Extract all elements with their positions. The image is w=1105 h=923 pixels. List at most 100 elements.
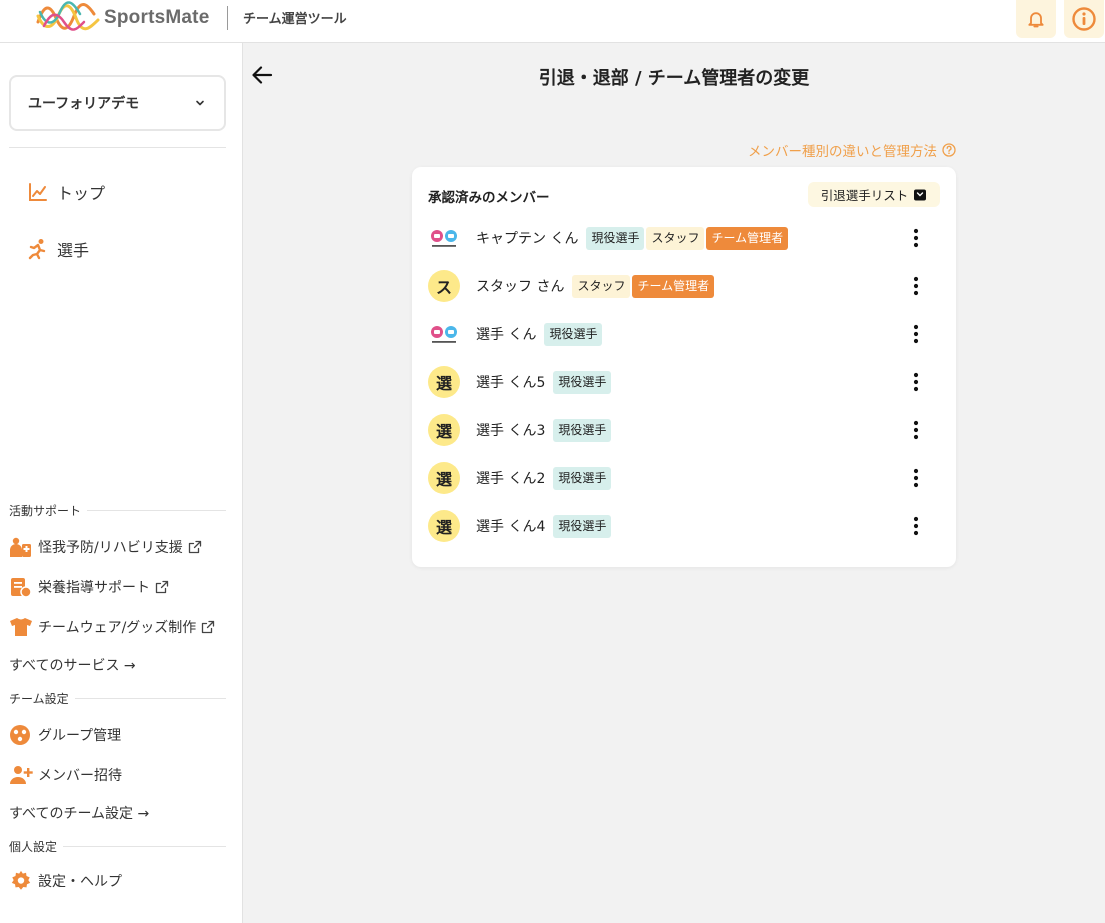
gear-icon [11, 870, 31, 890]
external-link-icon [188, 540, 201, 554]
member-menu-button[interactable] [904, 274, 928, 298]
team-logo-icon [431, 326, 457, 343]
member-row: 選選手 くん2 現役選手 [428, 460, 940, 496]
page-title: 引退・退部 / チーム管理者の変更 [538, 68, 810, 89]
service-teamwear[interactable]: チームウェア/グッズ制作 [9, 616, 215, 638]
settings-help-link[interactable]: 設定・ヘルプ [9, 870, 122, 892]
header-divider [227, 6, 228, 30]
retired-players-list-button[interactable]: 引退選手リスト [808, 182, 940, 207]
service-injury-support[interactable]: 怪我予防/リハビリ支援 [9, 536, 202, 558]
member-menu-button[interactable] [904, 370, 928, 394]
personal-setting-label: 設定・ヘルプ [38, 874, 122, 890]
member-row: 選選手 くん4 現役選手 [428, 508, 940, 544]
member-name: スタッフ さん [476, 279, 565, 295]
member-row: 選選手 くん5 現役選手 [428, 364, 940, 400]
team-logo-icon [431, 230, 457, 247]
external-link-icon [202, 620, 215, 634]
group-icon [10, 725, 30, 745]
avatar: 選 [428, 510, 460, 542]
member-row: 選手 くん 現役選手 [428, 316, 940, 352]
more-vertical-icon [913, 276, 919, 296]
sidebar-item-top[interactable]: トップ [27, 180, 105, 204]
sportsmate-logo[interactable]: SportsMate [36, 0, 209, 36]
app-header: SportsMate チーム運営ツール [0, 0, 1105, 43]
injury-support-icon [10, 537, 31, 557]
service-nutrition[interactable]: 栄養指導サポート [9, 576, 169, 598]
section-title-team-settings: チーム設定 [9, 690, 226, 707]
member-name: キャプテン くん [476, 231, 579, 247]
sidebar-item-label: 選手 [57, 241, 90, 260]
chart-line-icon [29, 183, 47, 201]
avatar: ス [428, 270, 460, 302]
nutrition-icon [11, 578, 32, 598]
avatar: 選 [428, 414, 460, 446]
approved-members-card: 承認済みのメンバー 引退選手リスト キャプテン くん 現役選手 スタッフ チーム管理者… [412, 167, 956, 567]
member-name: 選手 くん [476, 327, 537, 343]
player-badge: 現役選手 [553, 466, 612, 490]
member-menu-button[interactable] [904, 418, 928, 442]
more-vertical-icon [913, 420, 919, 440]
player-badge: 現役選手 [553, 370, 612, 394]
admin-badge: チーム管理者 [706, 226, 789, 250]
staff-badge: スタッフ [572, 274, 631, 298]
player-badge: 現役選手 [544, 322, 603, 346]
info-icon [1072, 7, 1096, 31]
member-menu-button[interactable] [904, 514, 928, 538]
section-title-text: 個人設定 [9, 840, 58, 854]
member-name: 選手 くん5 [476, 375, 546, 391]
avatar [428, 318, 460, 350]
member-name: 選手 くん3 [476, 423, 546, 439]
chevron-down-icon [196, 100, 204, 106]
member-invite-link[interactable]: メンバー招待 [9, 764, 122, 786]
archive-box-icon [914, 189, 927, 200]
notifications-button[interactable] [1016, 0, 1056, 38]
more-vertical-icon [913, 372, 919, 392]
service-label: チームウェア/グッズ制作 [38, 620, 197, 636]
external-link-icon [155, 580, 169, 594]
more-vertical-icon [913, 228, 919, 248]
avatar: 選 [428, 462, 460, 494]
more-vertical-icon [913, 516, 919, 536]
service-label: 怪我予防/リハビリ支援 [38, 540, 183, 556]
member-name: 選手 くん2 [476, 471, 546, 487]
member-row: ススタッフ さん スタッフ チーム管理者 [428, 268, 940, 304]
retired-button-label: 引退選手リスト [820, 188, 909, 203]
brand-name: SportsMate [104, 7, 210, 28]
more-vertical-icon [913, 324, 919, 344]
sidebar-divider [9, 147, 226, 148]
info-button[interactable] [1064, 0, 1104, 38]
sportsmate-wave-icon [36, 1, 100, 31]
all-services-link[interactable]: すべてのサービス → [9, 655, 136, 675]
team-setting-label: メンバー招待 [38, 768, 122, 784]
member-menu-button[interactable] [904, 226, 928, 250]
all-team-settings-link[interactable]: すべてのチーム設定 → [9, 803, 149, 823]
question-circle-icon [942, 143, 956, 157]
service-label: 栄養指導サポート [38, 580, 150, 596]
section-title-text: 活動サポート [9, 504, 82, 518]
admin-badge: チーム管理者 [632, 274, 715, 298]
card-title: 承認済みのメンバー [428, 190, 550, 206]
shirt-icon [10, 618, 32, 636]
player-badge: 現役選手 [553, 418, 612, 442]
more-vertical-icon [913, 468, 919, 488]
member-row: キャプテン くん 現役選手 スタッフ チーム管理者 [428, 220, 940, 256]
sidebar: ユーフォリアデモ トップ 選手 活動サポート 怪我予防/リハビリ支援 栄養指導サ… [0, 43, 243, 923]
running-icon [28, 239, 46, 260]
avatar [428, 222, 460, 254]
member-menu-button[interactable] [904, 466, 928, 490]
help-link-text: メンバー種別の違いと管理方法 [748, 144, 937, 160]
member-name: 選手 くん4 [476, 519, 546, 535]
sidebar-item-label: トップ [57, 184, 106, 203]
player-badge: 現役選手 [553, 514, 612, 538]
team-setting-label: グループ管理 [38, 728, 122, 744]
avatar: 選 [428, 366, 460, 398]
player-badge: 現役選手 [586, 226, 645, 250]
group-management-link[interactable]: グループ管理 [9, 724, 121, 746]
section-title-text: チーム設定 [9, 692, 69, 706]
user-plus-icon [10, 766, 33, 784]
team-select[interactable]: ユーフォリアデモ [9, 75, 226, 131]
member-types-help-link[interactable]: メンバー種別の違いと管理方法 [748, 140, 956, 160]
team-select-value: ユーフォリアデモ [28, 96, 140, 112]
member-menu-button[interactable] [904, 322, 928, 346]
sidebar-item-players[interactable]: 選手 [27, 237, 89, 261]
